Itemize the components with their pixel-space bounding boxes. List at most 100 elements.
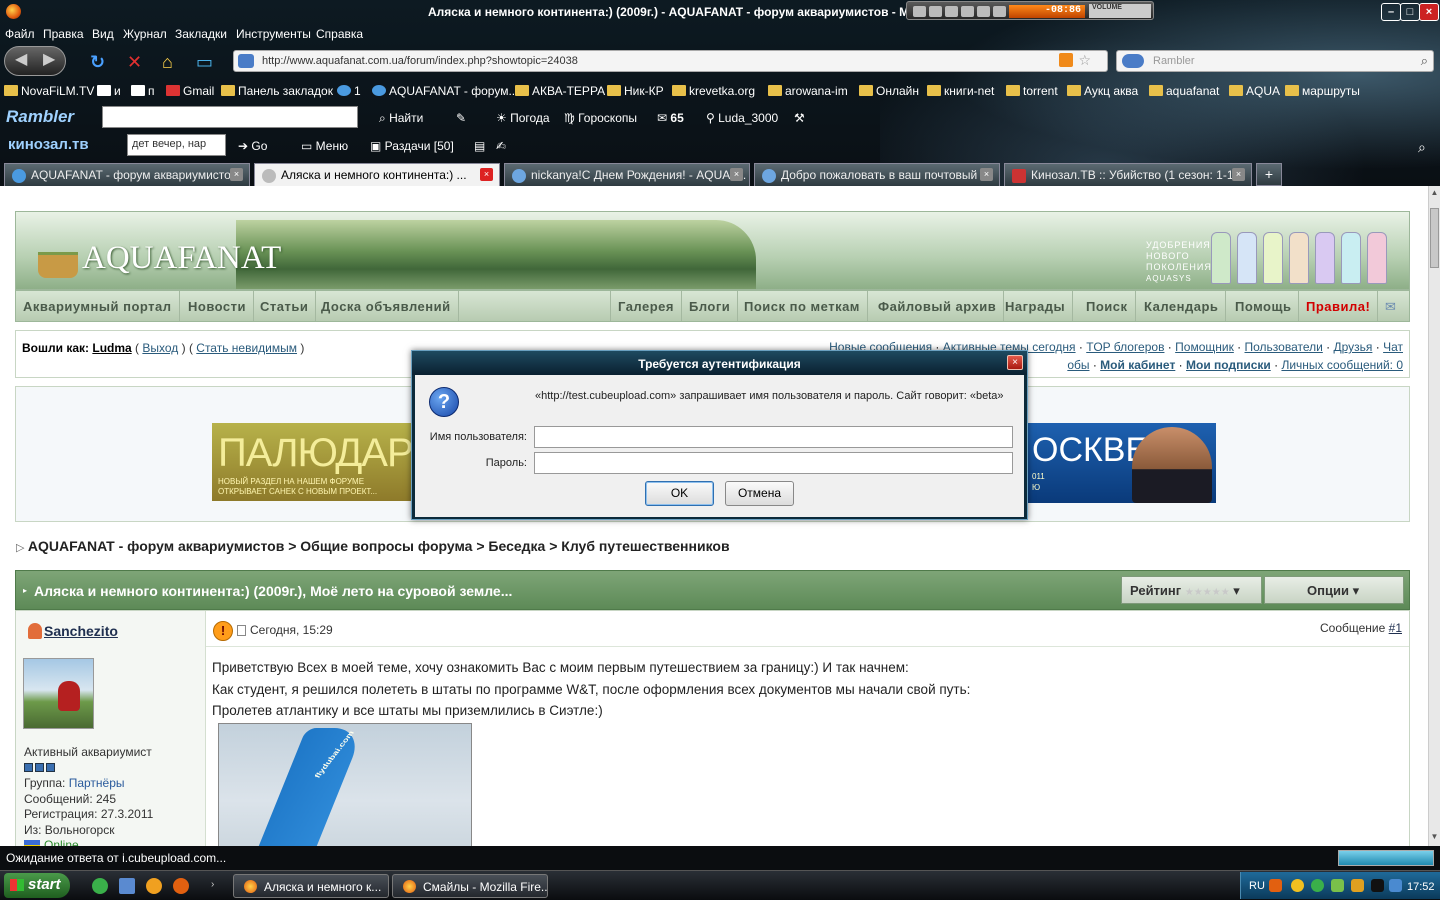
tray-utorrent-icon[interactable] [1311,879,1324,892]
tray-media-icon[interactable] [1371,879,1384,892]
search-engine-icon[interactable] [1122,54,1144,68]
bookmark-item[interactable]: книги-net [927,84,994,98]
breadcrumb-travel-club[interactable]: Клуб путешественников [561,538,729,554]
nav-awards[interactable]: Награды [998,291,1074,321]
bookmark-item[interactable]: Gmail [166,84,214,98]
back-arrow-icon[interactable]: ◀ [15,49,27,69]
nav-tag-search[interactable]: Поиск по меткам [737,291,868,321]
nav-help[interactable]: Помощь [1228,291,1300,321]
nav-articles[interactable]: Статьи [253,291,317,321]
taskbar-item-smileys[interactable]: Смайлы - Mozilla Fire... [392,874,548,898]
members-link[interactable]: Пользователи [1245,340,1323,354]
search-icon[interactable]: ⌕ [1421,53,1428,69]
player-next-icon[interactable] [977,6,990,17]
show-desktop-icon[interactable] [119,878,135,894]
mail-count-badge[interactable]: ✉ 65 [657,111,684,125]
tab-close-icon[interactable]: × [1232,168,1245,181]
moscow-ad[interactable]: ОСКВЕ 011 Ю [1028,423,1216,503]
bookmark-item[interactable]: AQUAFANAT - форум... [372,84,518,98]
friends-link[interactable]: Друзья [1334,340,1373,354]
scroll-up-icon[interactable]: ▲ [1430,188,1439,199]
tray-app-icon[interactable] [1269,879,1282,892]
report-warning-icon[interactable]: ! [213,621,233,641]
rambler-user-button[interactable]: ⚲ Luda_3000 [706,111,778,125]
utorrent-icon[interactable] [92,878,108,894]
player-play-icon[interactable] [929,6,942,17]
menu-view[interactable]: Вид [92,27,114,41]
player-eject-icon[interactable] [993,6,1006,17]
close-button[interactable]: × [1419,3,1439,21]
options-button[interactable]: Опции ▾ [1264,576,1404,604]
rating-button[interactable]: Рейтинг ★★★★★ ▾ [1121,576,1262,604]
bookmark-star-icon[interactable]: ☆ [1078,52,1091,69]
search-input[interactable]: Rambler ⌕ [1116,50,1434,72]
nav-gallery[interactable]: Галерея [610,291,683,321]
menu-tools[interactable]: Инструменты [236,27,311,41]
breadcrumb-lounge[interactable]: Беседка [488,538,545,554]
menu-history[interactable]: Журнал [123,27,167,41]
screen-icon[interactable]: ▭ [196,52,213,73]
login-username[interactable]: Ludma [92,341,131,355]
reload-icon[interactable]: ↻ [90,52,105,73]
start-button[interactable]: start [4,873,70,898]
bookmark-item[interactable]: 1 [337,84,361,98]
bookmark-item[interactable]: Онлайн [859,84,919,98]
rambler-find-button[interactable]: ⌕ Найти [379,111,423,126]
tab-mail[interactable]: Добро пожаловать в ваш почтовый ... × [754,163,1000,186]
new-tab-button[interactable]: + [1256,163,1282,186]
tab-aquafanat[interactable]: AQUAFANAT - форум аквариумистов × [4,163,250,186]
search-icon[interactable]: ⌕ [1418,139,1426,156]
tab-alaska[interactable]: Аляска и немного континента:) ... × [254,163,500,186]
bookmark-item[interactable]: NovaFiLM.TV [4,84,94,98]
bookmark-item[interactable]: Ник-КР [607,84,664,98]
kinozal-logo[interactable]: кинозал.тв [8,136,89,153]
note-icon[interactable]: ▤ [474,139,485,153]
menu-edit[interactable]: Правка [43,27,84,41]
site-identity-icon[interactable] [238,54,254,68]
bookmark-item[interactable]: Аукц аква [1067,84,1138,98]
rambler-logo[interactable]: Rambler [6,107,74,127]
breadcrumb-forum[interactable]: AQUAFANAT - форум аквариумистов [28,538,284,554]
private-messages-link[interactable]: Личных сообщений: 0 [1281,358,1403,372]
top-bloggers-link[interactable]: TOP блогеров [1086,340,1164,354]
ok-button[interactable]: OK [645,481,714,506]
bookmark-item[interactable]: Панель закладок [221,84,333,98]
tray-network-icon[interactable] [1351,879,1364,892]
kinozal-menu-button[interactable]: ▭ Меню [301,139,348,153]
cancel-button[interactable]: Отмена [725,481,794,506]
player-pause-icon[interactable] [945,6,958,17]
stop-icon[interactable]: ✕ [127,52,142,73]
post-permalink[interactable]: #1 [1389,621,1402,635]
forward-arrow-icon[interactable]: ▶ [43,49,55,69]
weather-button[interactable]: ☀ Погода [496,111,550,125]
highlight-icon[interactable]: ✎ [456,111,466,125]
group-link[interactable]: Партнёры [69,776,125,790]
breadcrumb-general[interactable]: Общие вопросы форума [300,538,472,554]
bookmark-item[interactable]: п [131,84,155,98]
my-subscriptions-link[interactable]: Мои подписки [1186,358,1271,372]
quicklaunch-more-icon[interactable]: › [211,879,214,890]
scroll-down-icon[interactable]: ▼ [1430,832,1439,843]
dialog-close-icon[interactable]: × [1007,355,1023,370]
firefox-quicklaunch-icon[interactable] [173,878,189,894]
tab-close-icon[interactable]: × [980,168,993,181]
maximize-button[interactable]: □ [1400,3,1420,21]
horoscope-button[interactable]: ♍ Гороскопы [564,111,637,125]
nav-rules[interactable]: Правила! [1299,291,1379,321]
media-player-widget[interactable]: -08:86 VOLUME [906,1,1154,20]
author-name[interactable]: Sanchezito [44,623,118,639]
nav-calendar[interactable]: Календарь [1137,291,1227,321]
tab-close-icon[interactable]: × [730,168,743,181]
taskbar-item-alaska[interactable]: Аляска и немного к... [233,874,389,898]
username-field[interactable] [534,426,1013,448]
tab-birthday[interactable]: nickanya!С Днем Рождения! - AQUAF... × [504,163,750,186]
tab-kinozal[interactable]: Кинозал.ТВ :: Убийство (1 сезон: 1-1... × [1004,163,1252,186]
bookmark-item[interactable]: arowana-im [768,84,848,98]
bookmark-item[interactable]: маршруты [1285,84,1360,98]
mail-icon[interactable]: ✉ [1378,291,1403,321]
player-prev-icon[interactable] [913,6,926,17]
nav-blogs[interactable]: Блоги [682,291,739,321]
language-indicator[interactable]: RU [1249,880,1265,892]
site-banner[interactable]: AQUAFANAT удобрения нового поколения AQUASY… [15,211,1410,290]
vlc-icon[interactable] [146,878,162,894]
